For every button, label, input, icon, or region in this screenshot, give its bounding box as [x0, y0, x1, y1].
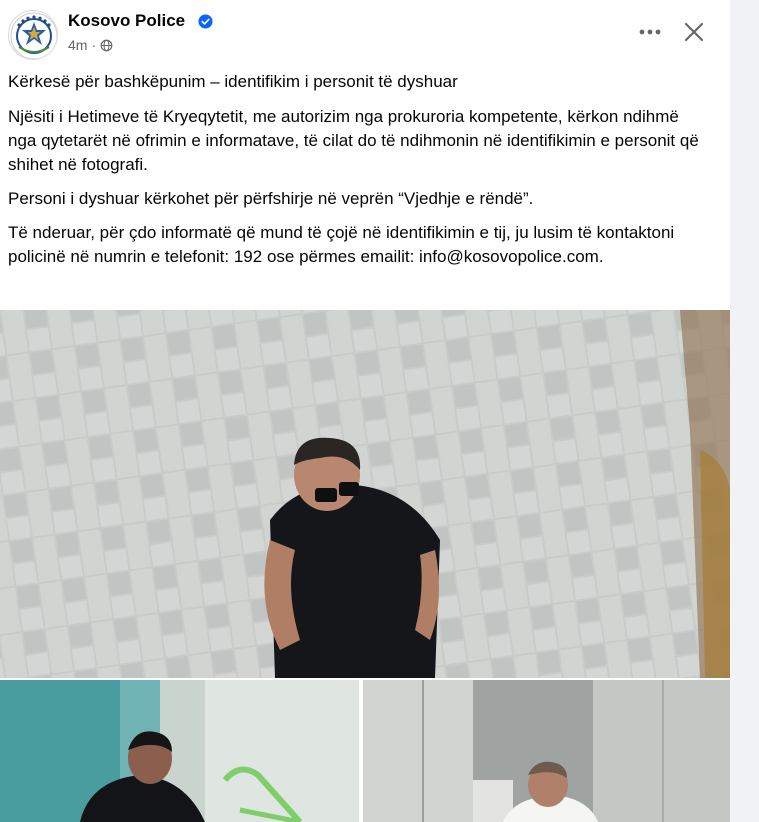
suspect-photo-stairs[interactable]	[0, 680, 359, 822]
scrollbar-track[interactable]	[740, 0, 759, 822]
globe-icon[interactable]	[100, 39, 113, 52]
suspect-photo-hallway-image	[363, 680, 730, 822]
post-paragraph: Personi i dyshuar kërkohet për përfshirj…	[8, 189, 534, 208]
post-body: Kërkesë për bashkëpunim – identifikim i …	[8, 70, 708, 279]
suspect-photo-stairs-image	[0, 680, 359, 822]
page-avatar[interactable]	[8, 10, 58, 60]
post-paragraph-title: Kërkesë për bashkëpunim – identifikim i …	[8, 72, 458, 91]
more-options-icon	[639, 29, 661, 35]
post-meta: 4m ·	[68, 37, 113, 53]
post-paragraph: Njësiti i Hetimeve të Kryeqytetit, me au…	[8, 107, 699, 174]
close-button[interactable]	[680, 18, 708, 46]
police-emblem-icon	[10, 12, 57, 59]
page-name[interactable]: Kosovo Police	[68, 11, 185, 31]
post-header: Kosovo Police 4m ·	[8, 8, 722, 60]
post-timestamp[interactable]: 4m	[68, 37, 87, 53]
post-card: Kosovo Police 4m · Kërkesë për bashkëpun…	[0, 0, 730, 822]
suspect-photo-main-image	[0, 310, 730, 678]
meta-separator: ·	[91, 37, 97, 53]
more-options-button[interactable]	[636, 20, 664, 44]
verified-badge-icon	[198, 14, 213, 29]
post-paragraph: Të nderuar, për çdo informatë që mund të…	[8, 223, 675, 266]
close-icon	[684, 22, 704, 42]
suspect-photo-main[interactable]	[0, 310, 730, 678]
suspect-photo-hallway[interactable]	[363, 680, 730, 822]
